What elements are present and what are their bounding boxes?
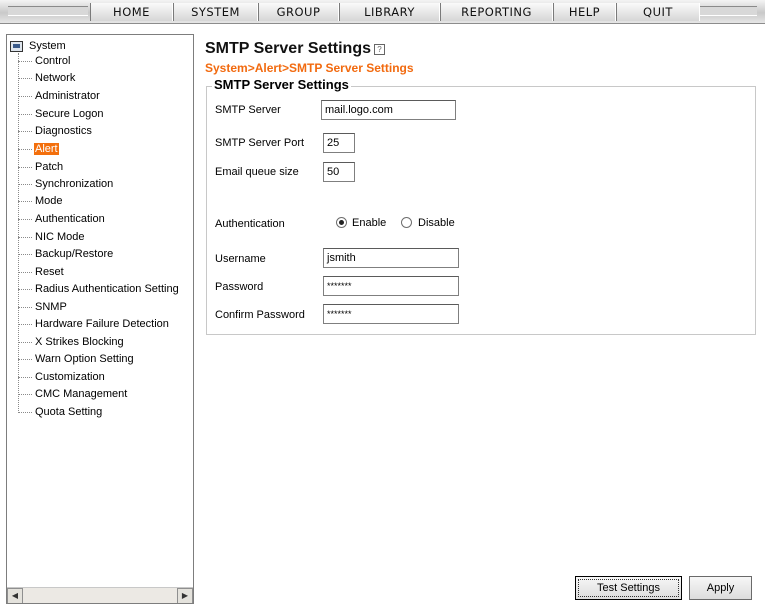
menu-help[interactable]: HELP — [553, 3, 616, 21]
scroll-left-arrow-icon[interactable]: ◀ — [7, 588, 23, 603]
nav-item-cmc-management[interactable]: CMC Management — [18, 387, 128, 401]
email-queue-size-label: Email queue size — [215, 166, 299, 178]
menubar-groove-left — [8, 6, 88, 16]
username-input[interactable]: jsmith — [323, 248, 459, 268]
nav-item-control[interactable]: Control — [18, 54, 71, 68]
smtp-port-input[interactable]: 25 — [323, 133, 355, 153]
smtp-port-label: SMTP Server Port — [215, 137, 305, 149]
menu-system[interactable]: SYSTEM — [173, 3, 258, 21]
scroll-right-arrow-icon[interactable]: ▶ — [177, 588, 193, 603]
section-title: SMTP Server Settings — [212, 77, 351, 92]
menu-library[interactable]: LIBRARY — [339, 3, 440, 21]
nav-item-x-strikes-blocking[interactable]: X Strikes Blocking — [18, 335, 125, 349]
menu-group[interactable]: GROUP — [258, 3, 339, 21]
password-label: Password — [215, 281, 264, 293]
nav-item-alert[interactable]: Alert — [18, 142, 59, 156]
nav-item-quota-setting[interactable]: Quota Setting — [18, 405, 103, 419]
nav-item-hardware-failure-detection[interactable]: Hardware Failure Detection — [18, 317, 170, 331]
nav-item-administrator[interactable]: Administrator — [18, 89, 101, 103]
nav-item-reset[interactable]: Reset — [18, 265, 65, 279]
smtp-server-input[interactable]: mail.logo.com — [321, 100, 456, 120]
nav-item-radius-authentication-setting[interactable]: Radius Authentication Setting — [18, 282, 180, 296]
confirm-password-label: Confirm Password — [215, 309, 305, 321]
page-title-text: SMTP Server Settings — [205, 40, 371, 57]
authentication-label: Authentication — [215, 218, 285, 230]
test-settings-button[interactable]: Test Settings — [575, 576, 682, 600]
navigation-tree: System Control Network Administrator Sec… — [6, 34, 194, 604]
password-input[interactable]: ******* — [323, 276, 459, 296]
page-title: SMTP Server Settings ? — [205, 40, 385, 58]
horizontal-scrollbar[interactable]: ◀ ▶ — [7, 587, 193, 603]
menu-reporting[interactable]: REPORTING — [440, 3, 553, 21]
top-menu-bar: HOME SYSTEM GROUP LIBRARY REPORTING HELP… — [0, 0, 765, 24]
computer-icon — [10, 40, 23, 52]
nav-item-snmp[interactable]: SNMP — [18, 300, 68, 314]
username-label: Username — [215, 253, 266, 265]
menu-quit[interactable]: QUIT — [616, 3, 700, 21]
nav-item-patch[interactable]: Patch — [18, 160, 64, 174]
nav-root-system[interactable]: System — [10, 39, 66, 53]
breadcrumb: System>Alert>SMTP Server Settings — [205, 61, 414, 75]
nav-item-nic-mode[interactable]: NIC Mode — [18, 230, 86, 244]
auth-enable-radio[interactable] — [336, 217, 347, 228]
smtp-server-label: SMTP Server — [215, 104, 281, 116]
nav-item-authentication[interactable]: Authentication — [18, 212, 106, 226]
apply-button[interactable]: Apply — [689, 576, 752, 600]
auth-disable-radio[interactable] — [401, 217, 412, 228]
smtp-settings-fieldset — [206, 86, 756, 335]
nav-item-secure-logon[interactable]: Secure Logon — [18, 107, 105, 121]
nav-item-network[interactable]: Network — [18, 71, 76, 85]
auth-disable-label: Disable — [418, 217, 455, 229]
nav-item-customization[interactable]: Customization — [18, 370, 106, 384]
nav-root-label: System — [29, 40, 66, 52]
menu-home[interactable]: HOME — [90, 3, 173, 21]
nav-item-backup-restore[interactable]: Backup/Restore — [18, 247, 114, 261]
menubar-groove-right — [700, 6, 757, 16]
nav-item-synchronization[interactable]: Synchronization — [18, 177, 114, 191]
help-icon[interactable]: ? — [373, 43, 385, 55]
nav-item-mode[interactable]: Mode — [18, 194, 64, 208]
email-queue-size-input[interactable]: 50 — [323, 162, 355, 182]
confirm-password-input[interactable]: ******* — [323, 304, 459, 324]
nav-item-diagnostics[interactable]: Diagnostics — [18, 124, 93, 138]
nav-item-warn-option-setting[interactable]: Warn Option Setting — [18, 352, 135, 366]
auth-enable-label: Enable — [352, 217, 387, 229]
